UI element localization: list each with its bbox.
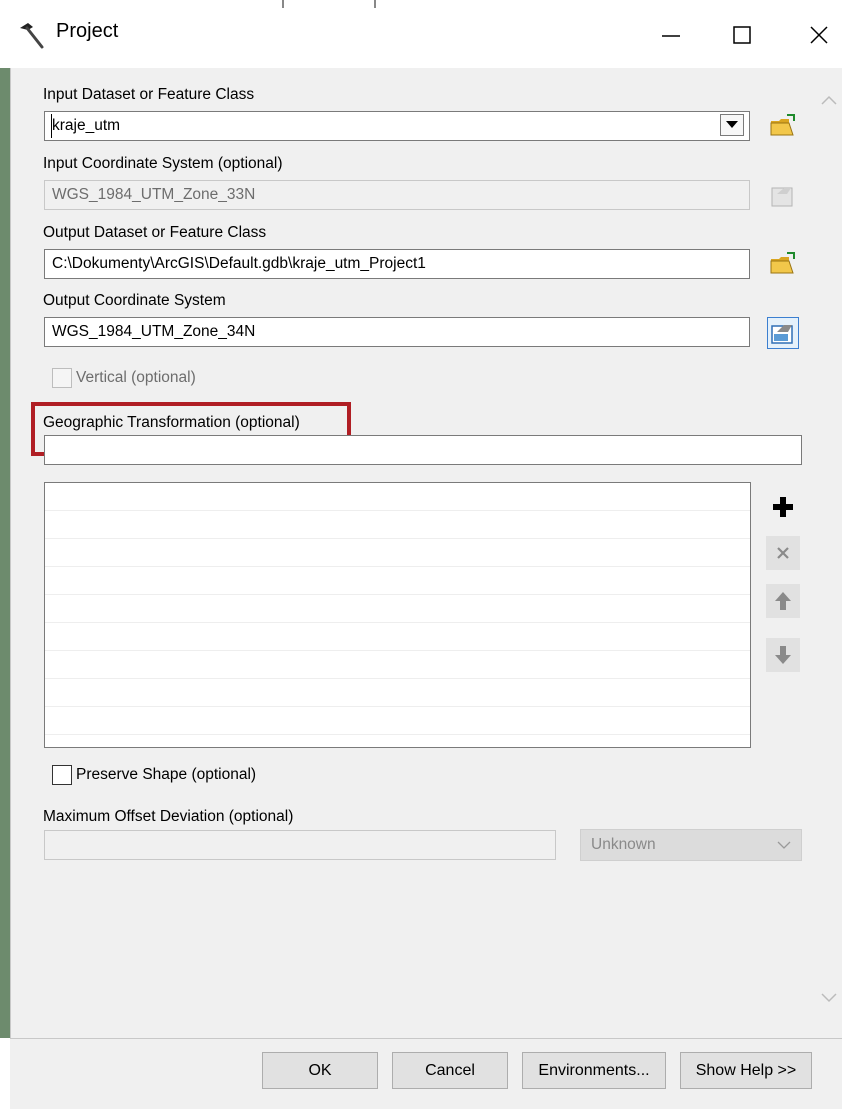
- window-title: Project: [56, 20, 119, 42]
- list-row[interactable]: [45, 623, 750, 651]
- output-cs-properties-button[interactable]: [767, 317, 799, 349]
- max-offset-unit-select: Unknown: [580, 829, 802, 861]
- remove-transformation-button: [766, 536, 800, 570]
- close-button[interactable]: [776, 0, 846, 68]
- output-cs-label: Output Coordinate System: [43, 292, 226, 309]
- background-edge: [374, 0, 376, 8]
- browse-output-button[interactable]: [767, 249, 799, 281]
- move-down-button: [766, 638, 800, 672]
- browse-input-button[interactable]: [767, 111, 799, 143]
- output-dataset-label: Output Dataset or Feature Class: [43, 224, 267, 241]
- folder-open-icon: [770, 114, 795, 136]
- input-dataset-combobox[interactable]: kraje_utm: [44, 111, 750, 141]
- output-cs-field[interactable]: WGS_1984_UTM_Zone_34N: [44, 317, 750, 347]
- close-icon: [810, 26, 828, 44]
- vertical-label: Vertical (optional): [76, 369, 196, 386]
- scroll-up-icon[interactable]: [818, 92, 840, 108]
- list-row[interactable]: [45, 483, 750, 511]
- maximize-button[interactable]: [706, 0, 776, 68]
- arrow-up-icon: [775, 592, 791, 610]
- scroll-down-icon[interactable]: [818, 990, 840, 1006]
- input-cs-properties-button: [767, 180, 799, 212]
- folder-open-icon: [770, 252, 795, 274]
- delete-x-icon: [777, 547, 789, 559]
- hammer-icon: [14, 19, 46, 51]
- text-caret: [51, 114, 52, 138]
- geo-transform-input[interactable]: [44, 435, 802, 465]
- background-window-edge: [0, 68, 10, 1038]
- input-dataset-label: Input Dataset or Feature Class: [43, 86, 255, 103]
- maximize-icon: [733, 26, 751, 44]
- ok-button[interactable]: OK: [262, 1052, 378, 1089]
- title-bar[interactable]: Project: [0, 0, 850, 68]
- input-cs-label: Input Coordinate System (optional): [43, 155, 283, 172]
- vertical-checkbox: [52, 368, 72, 388]
- max-offset-label: Maximum Offset Deviation (optional): [43, 808, 294, 825]
- arrow-down-icon: [775, 646, 791, 664]
- list-row[interactable]: [45, 567, 750, 595]
- list-row[interactable]: [45, 511, 750, 539]
- environments-button[interactable]: Environments...: [522, 1052, 666, 1089]
- preserve-shape-label: Preserve Shape (optional): [76, 766, 257, 783]
- list-row[interactable]: [45, 539, 750, 567]
- show-help-button[interactable]: Show Help >>: [680, 1052, 812, 1089]
- add-transformation-button[interactable]: [766, 490, 800, 524]
- list-row[interactable]: [45, 707, 750, 735]
- cancel-button[interactable]: Cancel: [392, 1052, 508, 1089]
- list-row[interactable]: [45, 679, 750, 707]
- input-cs-field: WGS_1984_UTM_Zone_33N: [44, 180, 750, 210]
- minimize-icon: [662, 35, 680, 37]
- spatial-reference-icon: [771, 187, 793, 207]
- minimize-button[interactable]: [636, 0, 706, 68]
- chevron-down-icon: [777, 841, 791, 849]
- spatial-reference-icon: [771, 325, 793, 344]
- background-edge: [282, 0, 284, 8]
- plus-icon: [773, 497, 793, 517]
- move-up-button: [766, 584, 800, 618]
- list-row[interactable]: [45, 595, 750, 623]
- input-dataset-dropdown-button[interactable]: [720, 114, 744, 136]
- geo-transform-list[interactable]: [44, 482, 751, 748]
- output-dataset-field[interactable]: C:\Dokumenty\ArcGIS\Default.gdb\kraje_ut…: [44, 249, 750, 279]
- list-row[interactable]: [45, 651, 750, 679]
- preserve-shape-checkbox[interactable]: [52, 765, 72, 785]
- project-tool-dialog: Project Input Dataset or Feature Class k…: [0, 0, 850, 1109]
- unit-select-value: Unknown: [591, 836, 656, 853]
- dropdown-arrow-icon: [726, 121, 738, 128]
- max-offset-field: [44, 830, 556, 860]
